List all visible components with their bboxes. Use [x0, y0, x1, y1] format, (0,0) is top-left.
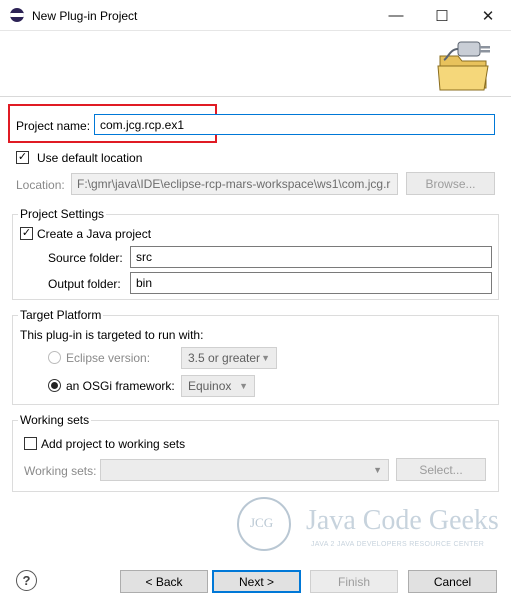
- working-sets-label: Working sets:: [24, 464, 97, 478]
- osgi-framework-label: an OSGi framework:: [66, 379, 175, 393]
- location-input[interactable]: F:\gmr\java\IDE\eclipse-rcp-mars-workspa…: [71, 173, 398, 195]
- working-sets-title: Working sets: [18, 413, 92, 427]
- working-sets-select[interactable]: ▼: [100, 459, 389, 481]
- output-folder-label: Output folder:: [48, 277, 121, 291]
- eclipse-version-value: 3.5 or greater: [188, 351, 261, 365]
- add-to-working-sets-checkbox[interactable]: [24, 437, 37, 450]
- radio-selected-dot: [51, 382, 58, 389]
- close-button[interactable]: ✕: [465, 0, 511, 31]
- jcg-logo-text: JCG: [250, 515, 274, 530]
- select-button[interactable]: Select...: [396, 458, 486, 481]
- watermark-tagline: JAVA 2 JAVA DEVELOPERS RESOURCE CENTER: [311, 541, 485, 548]
- eclipse-version-select[interactable]: 3.5 or greater ▼: [181, 347, 277, 369]
- output-folder-input[interactable]: bin: [130, 272, 492, 294]
- eclipse-icon: [10, 8, 24, 22]
- osgi-framework-value: Equinox: [188, 379, 232, 393]
- folder-plug-icon: [434, 38, 500, 94]
- source-folder-label: Source folder:: [48, 251, 123, 265]
- eclipse-version-label: Eclipse version:: [66, 351, 151, 365]
- chevron-down-icon: ▼: [239, 381, 248, 391]
- use-default-location-label: Use default location: [37, 151, 143, 165]
- use-default-location-checkbox[interactable]: ✓: [16, 151, 29, 164]
- working-sets-group: [12, 420, 499, 492]
- target-platform-title: Target Platform: [18, 308, 104, 322]
- browse-button[interactable]: Browse...: [406, 172, 495, 195]
- osgi-framework-select[interactable]: Equinox ▼: [181, 375, 255, 397]
- help-icon[interactable]: ?: [16, 570, 37, 591]
- maximize-button[interactable]: ☐: [419, 0, 465, 31]
- eclipse-version-radio[interactable]: [48, 351, 61, 364]
- next-button[interactable]: Next >: [212, 570, 301, 593]
- project-settings-title: Project Settings: [18, 207, 107, 221]
- window-title: New Plug-in Project: [32, 9, 138, 23]
- finish-button[interactable]: Finish: [310, 570, 398, 593]
- target-platform-intro: This plug-in is targeted to run with:: [20, 328, 204, 342]
- chevron-down-icon: ▼: [261, 353, 270, 363]
- project-name-label: Project name:: [16, 119, 91, 133]
- location-label: Location:: [16, 178, 65, 192]
- osgi-framework-radio[interactable]: [48, 379, 61, 392]
- cancel-button[interactable]: Cancel: [408, 570, 497, 593]
- add-to-working-sets-label: Add project to working sets: [41, 437, 186, 451]
- chevron-down-icon: ▼: [373, 465, 382, 475]
- watermark-brand: Java Code Geeks: [306, 505, 499, 536]
- back-button[interactable]: < Back: [120, 570, 208, 593]
- create-java-project-label: Create a Java project: [37, 227, 152, 241]
- source-folder-input[interactable]: src: [130, 246, 492, 268]
- project-name-input[interactable]: com.jcg.rcp.ex1: [94, 114, 495, 135]
- create-java-project-checkbox[interactable]: ✓: [20, 227, 33, 240]
- minimize-button[interactable]: —: [373, 0, 419, 31]
